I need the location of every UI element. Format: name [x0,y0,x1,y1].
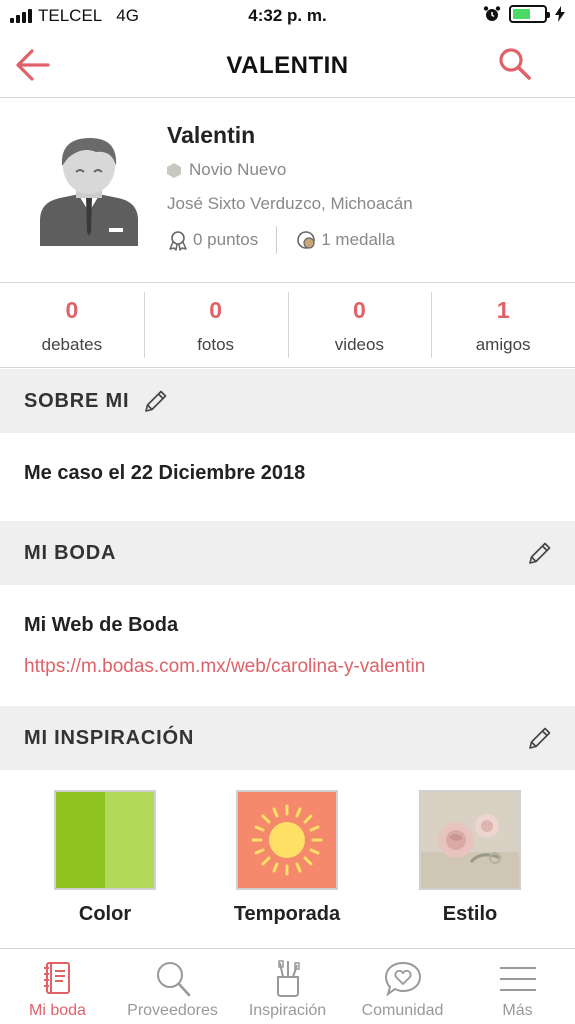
tab-label: Proveedores [127,1002,218,1019]
edit-pencil-icon[interactable] [527,540,553,566]
nav-bar: VALENTIN [0,32,575,98]
tab-comunidad[interactable]: Comunidad [345,949,460,1024]
stat-divider [276,226,278,254]
inspiration-label: Color [78,903,132,925]
tab-mas[interactable]: Más [460,949,575,1024]
counter-debates[interactable]: 0 debates [0,284,144,367]
counters: 0 debates 0 fotos 0 videos 1 amigos [0,284,575,368]
profile-name: Valentin [167,122,256,148]
inspiration-label: Estilo [442,903,498,925]
profile-location: José Sixto Verduzco, Michoacán [167,194,413,213]
profile-card: Valentin Novio Nuevo José Sixto Verduzco… [0,98,575,283]
inspiration-style[interactable]: Estilo [390,792,550,926]
section-title: MI BODA [24,541,117,564]
tab-label: Inspiración [248,1002,327,1019]
hexagon-badge-icon [167,162,181,178]
alarm-icon [483,6,501,21]
page-title: VALENTIN [226,52,349,79]
menu-icon [499,967,536,991]
profile-rank: Novio Nuevo [167,160,286,180]
counter-value: 0 [352,297,366,323]
tab-proveedores[interactable]: Proveedores [115,949,230,1024]
rank-label: Novio Nuevo [189,160,287,179]
section-title: MI INSPIRACIÓN [24,726,195,749]
inspiration-season[interactable]: Temporada [207,792,367,926]
counter-fotos[interactable]: 0 fotos [143,284,288,367]
about-text: Me caso el 22 Diciembre 2018 [24,462,306,484]
edit-pencil-icon[interactable] [527,725,553,751]
wedding-web-link[interactable]: https://m.bodas.com.mx/web/carolina-y-va… [24,656,425,678]
tab-bar: Mi boda Proveedores Inspiración Comunida… [0,948,575,1024]
color-swatch [56,792,154,888]
search-icon [156,962,190,997]
inspiration-label: Temporada [233,903,341,925]
status-right [483,5,565,23]
section-header-about: SOBRE MI [0,369,575,433]
chat-heart-icon [384,961,421,997]
section-title: SOBRE MI [24,389,130,412]
search-icon[interactable] [497,46,533,82]
tab-label: Comunidad [361,1002,444,1019]
inspiration-grid: Color Temporada Estilo [0,770,575,948]
avatar [40,138,138,246]
inspiration-color[interactable]: Color [25,792,185,926]
counter-label: debates [41,335,103,354]
medal-icon [297,231,316,249]
counter-amigos[interactable]: 1 amigos [431,284,575,367]
tab-label: Más [502,1002,533,1019]
battery-icon [509,5,550,23]
points-label: 0 puntos [193,230,259,249]
points-stat[interactable]: 0 puntos [167,229,258,251]
sun-icon [238,792,336,888]
counter-value: 0 [65,297,79,323]
profile-stats: 0 puntos 1 medalla [167,226,395,254]
medals-label: 1 medalla [321,230,395,249]
edit-pencil-icon[interactable] [143,388,169,414]
tab-inspiracion[interactable]: Inspiración [230,949,345,1024]
counter-value: 1 [496,297,510,323]
counter-label: videos [334,335,384,354]
section-header-inspiration: MI INSPIRACIÓN [0,706,575,770]
brush-cup-icon [276,960,300,997]
charging-icon [555,6,565,22]
roses-photo [421,792,519,888]
section-header-wedding: MI BODA [0,521,575,585]
tab-mi-boda[interactable]: Mi boda [0,949,115,1024]
counter-label: fotos [197,335,235,354]
counter-videos[interactable]: 0 videos [287,284,432,367]
award-icon [169,231,187,251]
counter-label: amigos [475,335,531,354]
tab-label: Mi boda [29,1002,86,1019]
medals-stat[interactable]: 1 medalla [295,229,395,251]
notebook-icon [43,962,70,994]
status-bar: TELCEL 4G 4:32 p. m. [0,0,575,32]
counter-value: 0 [209,297,223,323]
wedding-web-title: Mi Web de Boda [24,614,179,636]
